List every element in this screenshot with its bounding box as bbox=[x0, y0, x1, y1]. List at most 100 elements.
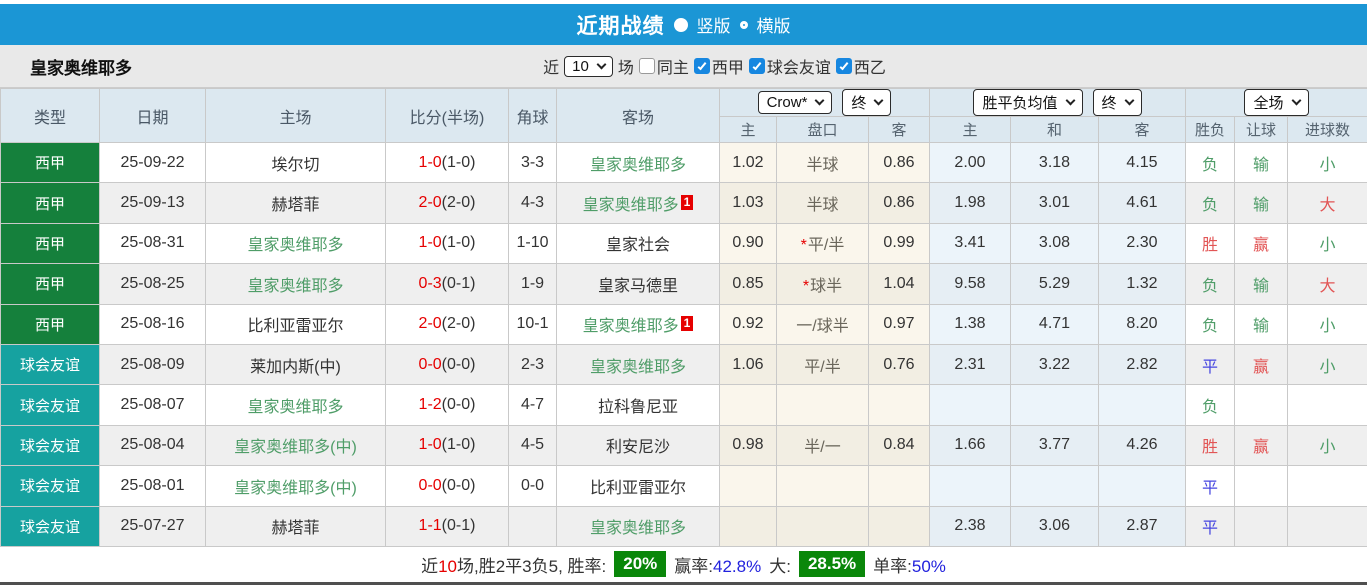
avg-time-select[interactable]: 终 bbox=[1093, 89, 1142, 116]
match-count-value: 10 bbox=[572, 58, 589, 75]
corner-cell: 2-3 bbox=[509, 344, 557, 384]
result-cell-value: 负 bbox=[1202, 278, 1218, 295]
handicap-cell bbox=[777, 466, 869, 506]
avg-select-group: 胜平负均值 终 bbox=[930, 89, 1186, 117]
avg-draw-cell: 4.71 bbox=[1011, 304, 1099, 344]
goals-result-cell: 小 bbox=[1288, 344, 1367, 384]
away-team-cell: 皇家社会 bbox=[557, 223, 720, 263]
avg-home-cell: 2.00 bbox=[930, 143, 1011, 183]
score-cell: 2-0(2-0) bbox=[386, 183, 509, 223]
home-team-cell: 比利亚雷亚尔 bbox=[206, 304, 386, 344]
checkbox-checked[interactable] bbox=[694, 58, 710, 74]
away-team-cell: 皇家奥维耶多 bbox=[557, 506, 720, 546]
half-time-score: (1-0) bbox=[442, 154, 476, 171]
header-type: 类型 bbox=[1, 89, 100, 143]
goals-result-cell-value: 小 bbox=[1319, 318, 1335, 335]
handicap-result-cell-value: 赢 bbox=[1253, 359, 1269, 376]
avg-home-cell: 9.58 bbox=[930, 264, 1011, 304]
handicap-cell: 平/半 bbox=[777, 344, 869, 384]
avg-draw-cell bbox=[1011, 385, 1099, 425]
summary-record: 近10场,胜2平3负5, 胜率: bbox=[421, 552, 606, 577]
away-team-cell: 皇家奥维耶多1 bbox=[557, 183, 720, 223]
games-label: 场 bbox=[618, 54, 634, 78]
avg-draw-cell: 3.77 bbox=[1011, 425, 1099, 465]
handicap-cell: *平/半 bbox=[777, 223, 869, 263]
odds-provider-select[interactable]: Crow* bbox=[758, 91, 833, 114]
full-time-score: 0-0 bbox=[419, 356, 442, 373]
full-time-score: 1-2 bbox=[419, 396, 442, 413]
result-cell: 胜 bbox=[1186, 425, 1235, 465]
header-avg-away: 客 bbox=[1099, 117, 1186, 143]
scope-select[interactable]: 全场 bbox=[1244, 89, 1308, 116]
layout-radio-label[interactable]: 竖版 bbox=[697, 12, 731, 37]
layout-radio-unselected[interactable] bbox=[740, 21, 748, 29]
handicap-result-cell-value: 赢 bbox=[1253, 237, 1269, 254]
corner-cell: 10-1 bbox=[509, 304, 557, 344]
avg-home-cell bbox=[930, 385, 1011, 425]
checkbox-checked[interactable] bbox=[836, 58, 852, 74]
away-odds-cell: 0.97 bbox=[869, 304, 930, 344]
layout-radio-label[interactable]: 横版 bbox=[757, 12, 791, 37]
home-odds-cell: 0.85 bbox=[720, 264, 777, 304]
summary-count: 10 bbox=[438, 557, 457, 576]
handicap-text: 平/半 bbox=[808, 237, 844, 254]
avg-type-select[interactable]: 胜平负均值 bbox=[973, 89, 1082, 116]
handicap-result-cell: 输 bbox=[1235, 304, 1288, 344]
match-row: 球会友谊25-07-27赫塔菲1-1(0-1)皇家奥维耶多2.383.062.8… bbox=[1, 506, 1367, 546]
checkbox-group-西甲: 西甲 bbox=[694, 54, 744, 78]
team-name: 拉科鲁尼亚 bbox=[598, 399, 678, 416]
handicap-cell: 半球 bbox=[777, 183, 869, 223]
home-team-cell: 赫塔菲 bbox=[206, 183, 386, 223]
avg-away-cell: 4.61 bbox=[1099, 183, 1186, 223]
handicap-result-cell bbox=[1235, 506, 1288, 546]
layout-radio-selected[interactable] bbox=[674, 18, 688, 32]
team-name: 皇家奥维耶多(中) bbox=[234, 439, 357, 456]
result-cell-value: 负 bbox=[1202, 197, 1218, 214]
date-cell: 25-08-25 bbox=[100, 264, 206, 304]
goals-result-cell bbox=[1288, 506, 1367, 546]
match-row: 球会友谊25-08-04皇家奥维耶多(中)1-0(1-0)4-5利安尼沙0.98… bbox=[1, 425, 1367, 465]
handicap-text: 半球 bbox=[806, 157, 838, 174]
handicap-text: 半/一 bbox=[804, 439, 840, 456]
league-type-cell: 西甲 bbox=[1, 183, 100, 223]
score-cell: 1-0(1-0) bbox=[386, 143, 509, 183]
checkbox-checked[interactable] bbox=[749, 58, 765, 74]
away-odds-cell bbox=[869, 466, 930, 506]
match-row: 西甲25-09-13赫塔菲2-0(2-0)4-3皇家奥维耶多11.03半球0.8… bbox=[1, 183, 1367, 223]
win-odds-group: 赢率:42.8% bbox=[674, 552, 761, 577]
result-cell: 负 bbox=[1186, 183, 1235, 223]
half-time-score: (1-0) bbox=[442, 436, 476, 453]
handicap-cell: *球半 bbox=[777, 264, 869, 304]
away-odds-cell: 0.84 bbox=[869, 425, 930, 465]
odds-time-select[interactable]: 终 bbox=[842, 89, 891, 116]
avg-draw-cell: 3.22 bbox=[1011, 344, 1099, 384]
goals-result-cell-value: 大 bbox=[1319, 278, 1335, 295]
match-row: 西甲25-09-22埃尔切1-0(1-0)3-3皇家奥维耶多1.02半球0.86… bbox=[1, 143, 1367, 183]
header-goals: 进球数 bbox=[1288, 117, 1367, 143]
avg-draw-cell: 3.18 bbox=[1011, 143, 1099, 183]
corner-cell bbox=[509, 506, 557, 546]
header-avg-draw: 和 bbox=[1011, 117, 1099, 143]
handicap-result-cell: 赢 bbox=[1235, 223, 1288, 263]
team-name: 比利亚雷亚尔 bbox=[247, 318, 343, 335]
handicap-result-cell-value: 赢 bbox=[1253, 439, 1269, 456]
home-team-cell: 皇家奥维耶多(中) bbox=[206, 425, 386, 465]
avg-away-cell: 2.87 bbox=[1099, 506, 1186, 546]
checkbox-unchecked[interactable] bbox=[639, 58, 655, 74]
result-cell-value: 平 bbox=[1202, 359, 1218, 376]
corner-cell: 4-5 bbox=[509, 425, 557, 465]
handicap-result-cell: 输 bbox=[1235, 264, 1288, 304]
result-cell-value: 负 bbox=[1202, 318, 1218, 335]
header-handicap: 盘口 bbox=[777, 117, 869, 143]
result-cell-value: 胜 bbox=[1202, 439, 1218, 456]
full-time-score: 0-3 bbox=[419, 275, 442, 292]
full-time-score: 1-0 bbox=[419, 436, 442, 453]
header-odds-away: 客 bbox=[869, 117, 930, 143]
avg-away-cell: 4.26 bbox=[1099, 425, 1186, 465]
league-type-cell: 球会友谊 bbox=[1, 425, 100, 465]
team-name: 皇家奥维耶多 bbox=[583, 318, 679, 335]
goals-result-cell-value: 小 bbox=[1319, 237, 1335, 254]
date-cell: 25-08-16 bbox=[100, 304, 206, 344]
goals-result-cell: 小 bbox=[1288, 425, 1367, 465]
match-count-select[interactable]: 10 bbox=[564, 56, 613, 77]
